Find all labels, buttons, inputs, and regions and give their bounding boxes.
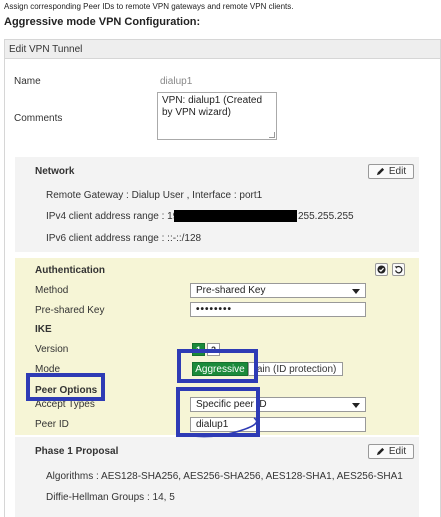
ipv6-range-text: IPv6 client address range : ::-::/128 [46, 233, 202, 244]
peer-id-label: Peer ID [35, 419, 69, 430]
comments-textarea[interactable]: VPN: dialup1 (Created by VPN wizard) [157, 92, 277, 140]
resize-grip-icon[interactable] [269, 132, 275, 138]
comments-text: VPN: dialup1 (Created by VPN wizard) [162, 95, 263, 118]
instruction-note: Assign corresponding Peer IDs to remote … [4, 2, 294, 11]
revert-button[interactable] [392, 263, 405, 276]
ipv4-range-suffix: 255.255.255 [298, 211, 354, 222]
psk-input[interactable]: •••••••• [190, 302, 366, 317]
network-edit-button[interactable]: Edit [368, 164, 414, 179]
comments-label: Comments [14, 113, 63, 124]
annotation-scribble [179, 417, 258, 438]
psk-value: •••••••• [196, 304, 233, 315]
method-select[interactable]: Pre-shared Key [190, 283, 366, 298]
name-value: dialup1 [160, 76, 193, 87]
psk-label: Pre-shared Key [35, 305, 105, 316]
mode-main-label: lain (ID protection) [254, 363, 337, 375]
chevron-down-icon [352, 289, 360, 294]
phase1-edit-label: Edit [388, 446, 407, 457]
method-label: Method [35, 285, 69, 296]
redaction-block [174, 210, 297, 222]
network-section: Network Edit Remote Gateway : Dialup Use… [15, 157, 419, 252]
edit-vpn-tunnel-panel: Edit VPN Tunnel Name dialup1 Comments VP… [4, 39, 441, 517]
chevron-down-icon [352, 403, 360, 408]
mode-main-option[interactable]: lain (ID protection) [248, 362, 343, 376]
ipv4-range-prefix: IPv4 client address range : 192. [46, 211, 187, 222]
check-circle-icon [377, 265, 386, 274]
dh-groups-text: Diffie-Hellman Groups : 14, 5 [46, 492, 175, 503]
phase1-edit-button[interactable]: Edit [368, 444, 414, 459]
undo-icon [394, 265, 403, 274]
algorithms-text: Algorithms : AES128-SHA256, AES256-SHA25… [46, 471, 403, 482]
version-label: Version [35, 344, 69, 355]
network-title: Network [35, 166, 75, 177]
pencil-icon [376, 447, 384, 456]
network-edit-label: Edit [388, 166, 407, 177]
phase1-title: Phase 1 Proposal [35, 446, 119, 457]
pencil-icon [376, 167, 384, 176]
annotation-highlight-peer-options [26, 373, 105, 401]
panel-title: Edit VPN Tunnel [5, 40, 440, 59]
page-heading: Aggressive mode VPN Configuration: [4, 16, 201, 28]
authentication-title: Authentication [35, 265, 105, 276]
remote-gateway-text: Remote Gateway : Dialup User , Interface… [46, 190, 263, 201]
annotation-highlight-mode [177, 349, 258, 383]
method-value: Pre-shared Key [196, 285, 266, 296]
confirm-button[interactable] [375, 263, 388, 276]
name-label: Name [14, 76, 41, 87]
ike-label: IKE [35, 324, 52, 335]
phase1-proposal-section: Phase 1 Proposal Edit Algorithms : AES12… [15, 437, 419, 517]
